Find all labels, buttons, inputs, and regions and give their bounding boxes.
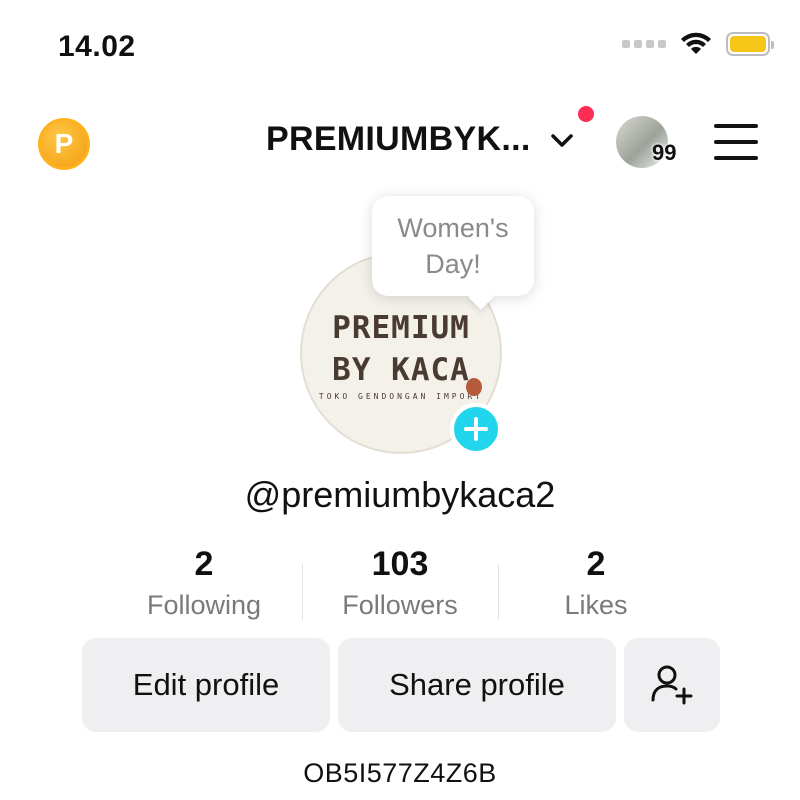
- followers-count: 103: [371, 545, 429, 583]
- coin-letter: P: [54, 128, 74, 159]
- likes-label: Likes: [564, 590, 628, 620]
- add-friend-icon: [651, 665, 693, 705]
- following-count: 2: [194, 545, 214, 583]
- menu-icon[interactable]: [714, 124, 758, 160]
- friends-count-badge: 99: [652, 140, 677, 165]
- add-icon: [464, 417, 488, 441]
- battery-icon: [726, 32, 774, 56]
- status-icons: [622, 32, 774, 56]
- stat-followers[interactable]: 103 Followers: [300, 544, 500, 621]
- share-profile-button[interactable]: Share profile: [338, 638, 616, 732]
- avatar-figure: [466, 378, 482, 396]
- likes-count: 2: [586, 545, 606, 583]
- stat-following[interactable]: 2 Following: [104, 544, 304, 621]
- profile-bio: OB5I577Z4Z6B: [303, 758, 497, 788]
- following-label: Following: [146, 590, 262, 620]
- profile-handle: @premiumbykaca2: [244, 474, 556, 515]
- add-story-button[interactable]: [450, 403, 502, 455]
- stat-likes[interactable]: 2 Likes: [496, 544, 696, 621]
- tooltip-line2: Day!: [425, 249, 481, 279]
- avatar-logo-line1: PREMIUM: [332, 310, 470, 346]
- event-tooltip[interactable]: Women's Day!: [372, 196, 534, 296]
- account-switcher-title[interactable]: PREMIUMBYK...: [266, 120, 531, 159]
- status-time: 14.02: [58, 30, 136, 63]
- edit-profile-button[interactable]: Edit profile: [82, 638, 330, 732]
- tooltip-line1: Women's: [397, 213, 509, 243]
- chevron-down-icon[interactable]: [548, 126, 576, 154]
- coin-icon[interactable]: P: [38, 118, 90, 170]
- add-friend-button[interactable]: [624, 638, 720, 732]
- wifi-icon: [681, 32, 711, 54]
- notification-dot: [578, 106, 594, 122]
- signal-icon: [622, 40, 666, 48]
- followers-label: Followers: [342, 590, 458, 620]
